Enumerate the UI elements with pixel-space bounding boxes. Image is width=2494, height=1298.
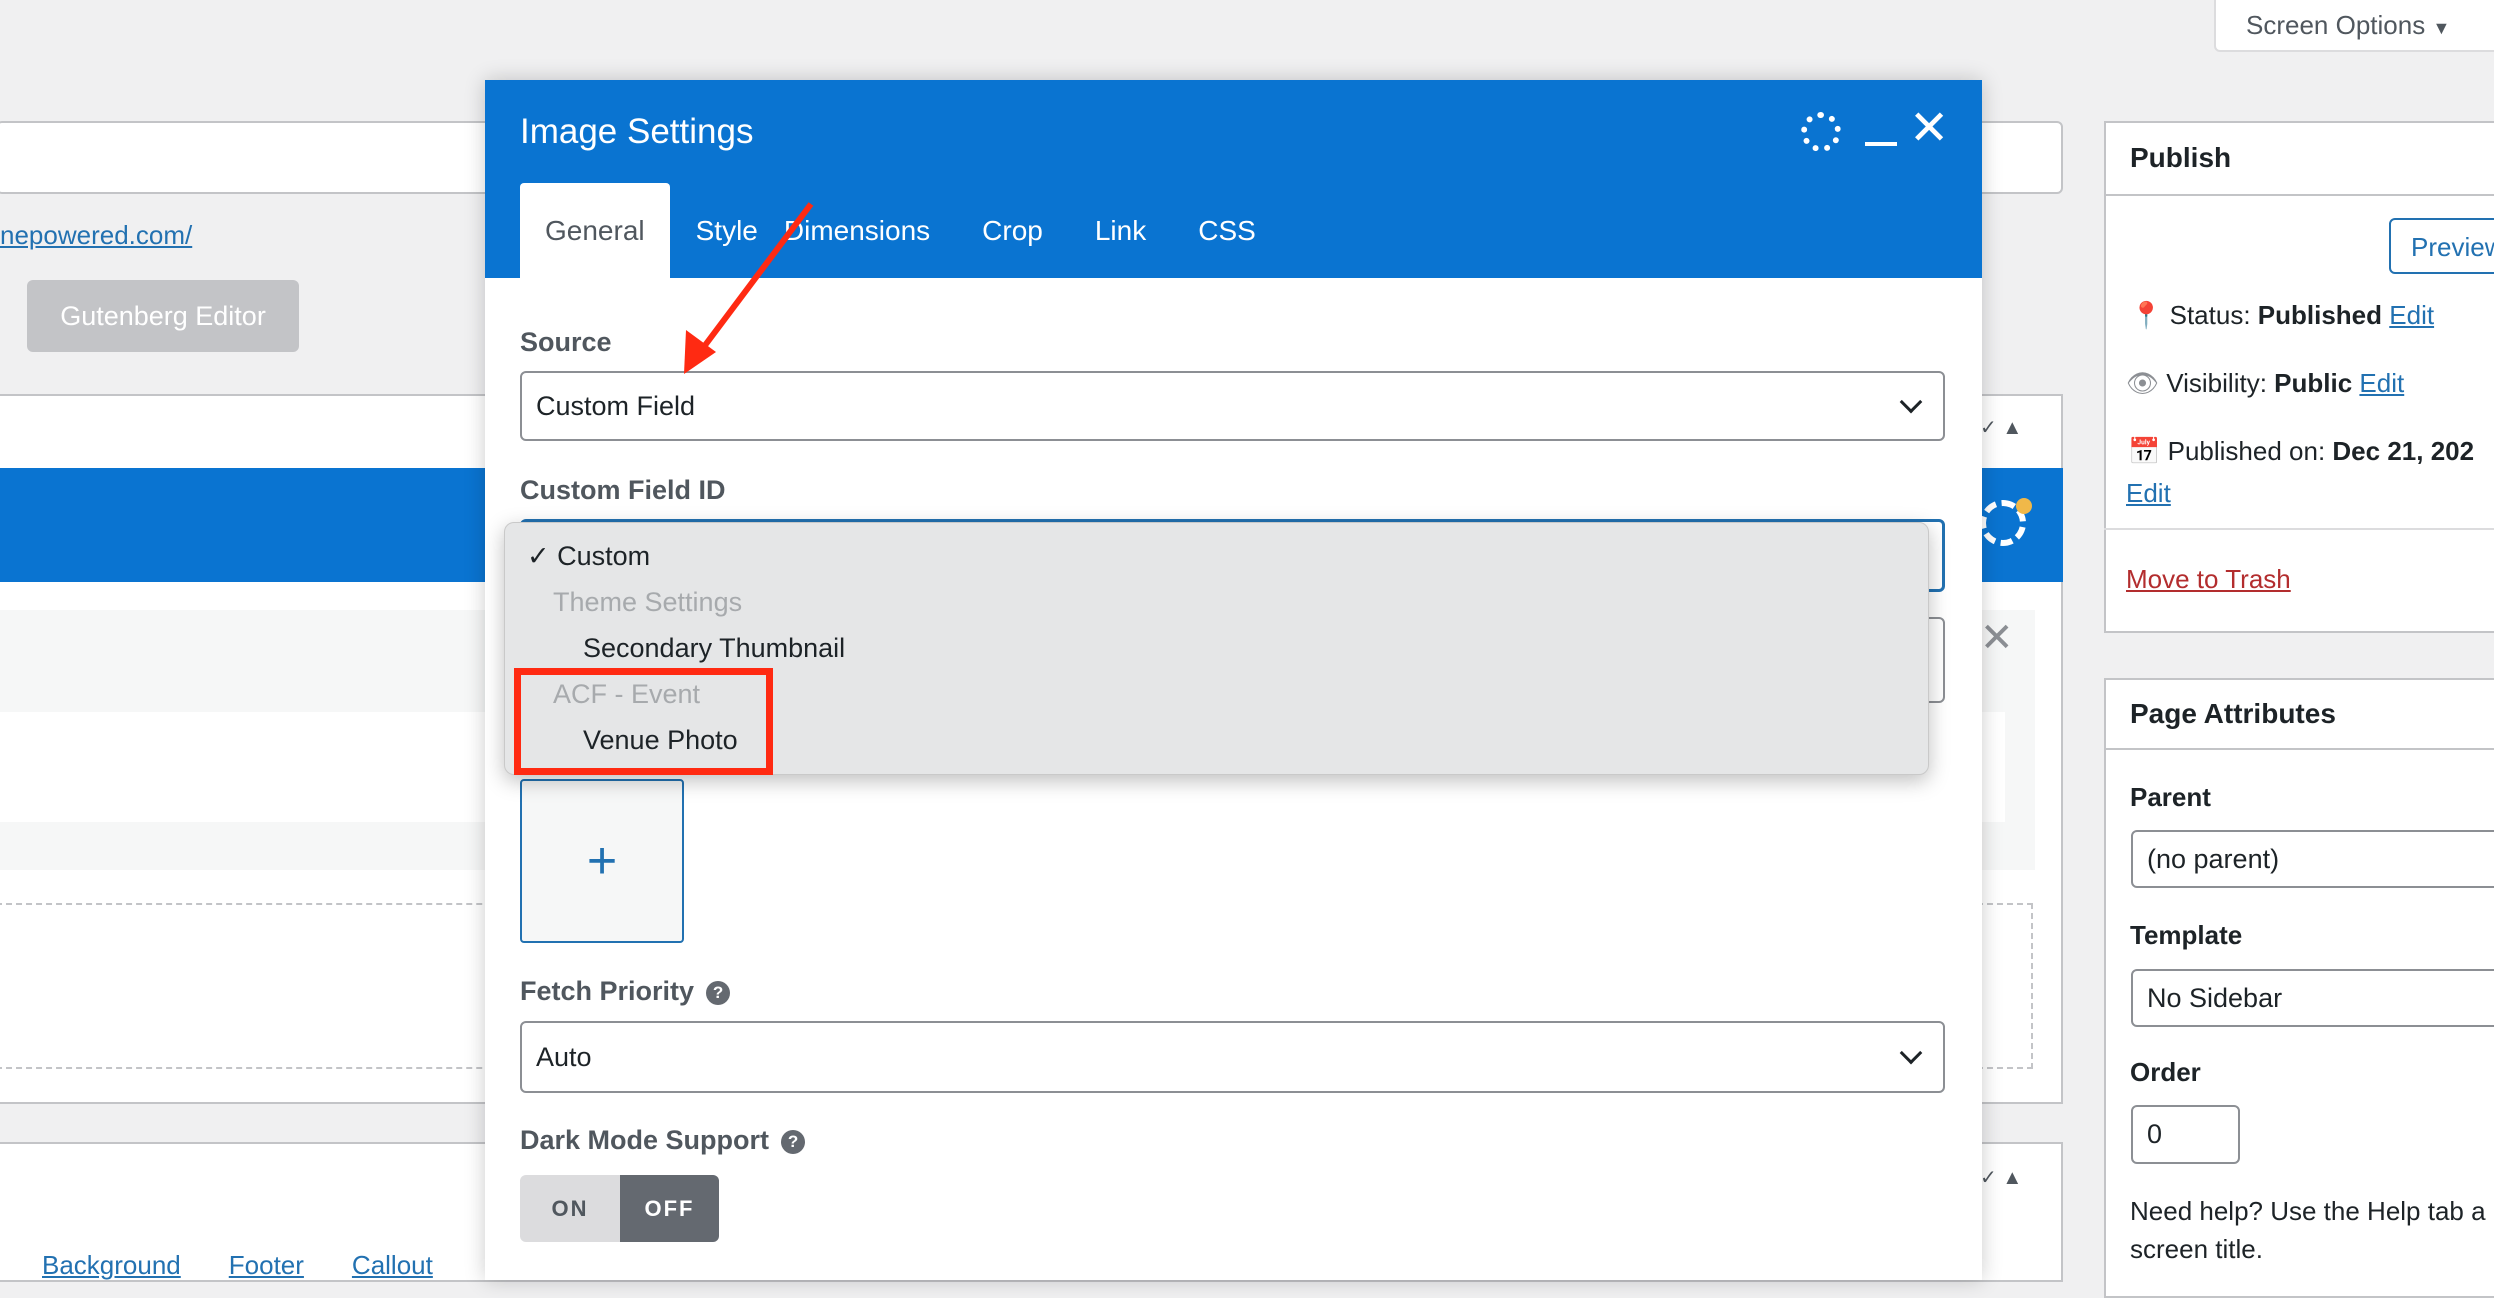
- annotation-arrow: [684, 202, 814, 374]
- arrow-shaft: [697, 202, 814, 354]
